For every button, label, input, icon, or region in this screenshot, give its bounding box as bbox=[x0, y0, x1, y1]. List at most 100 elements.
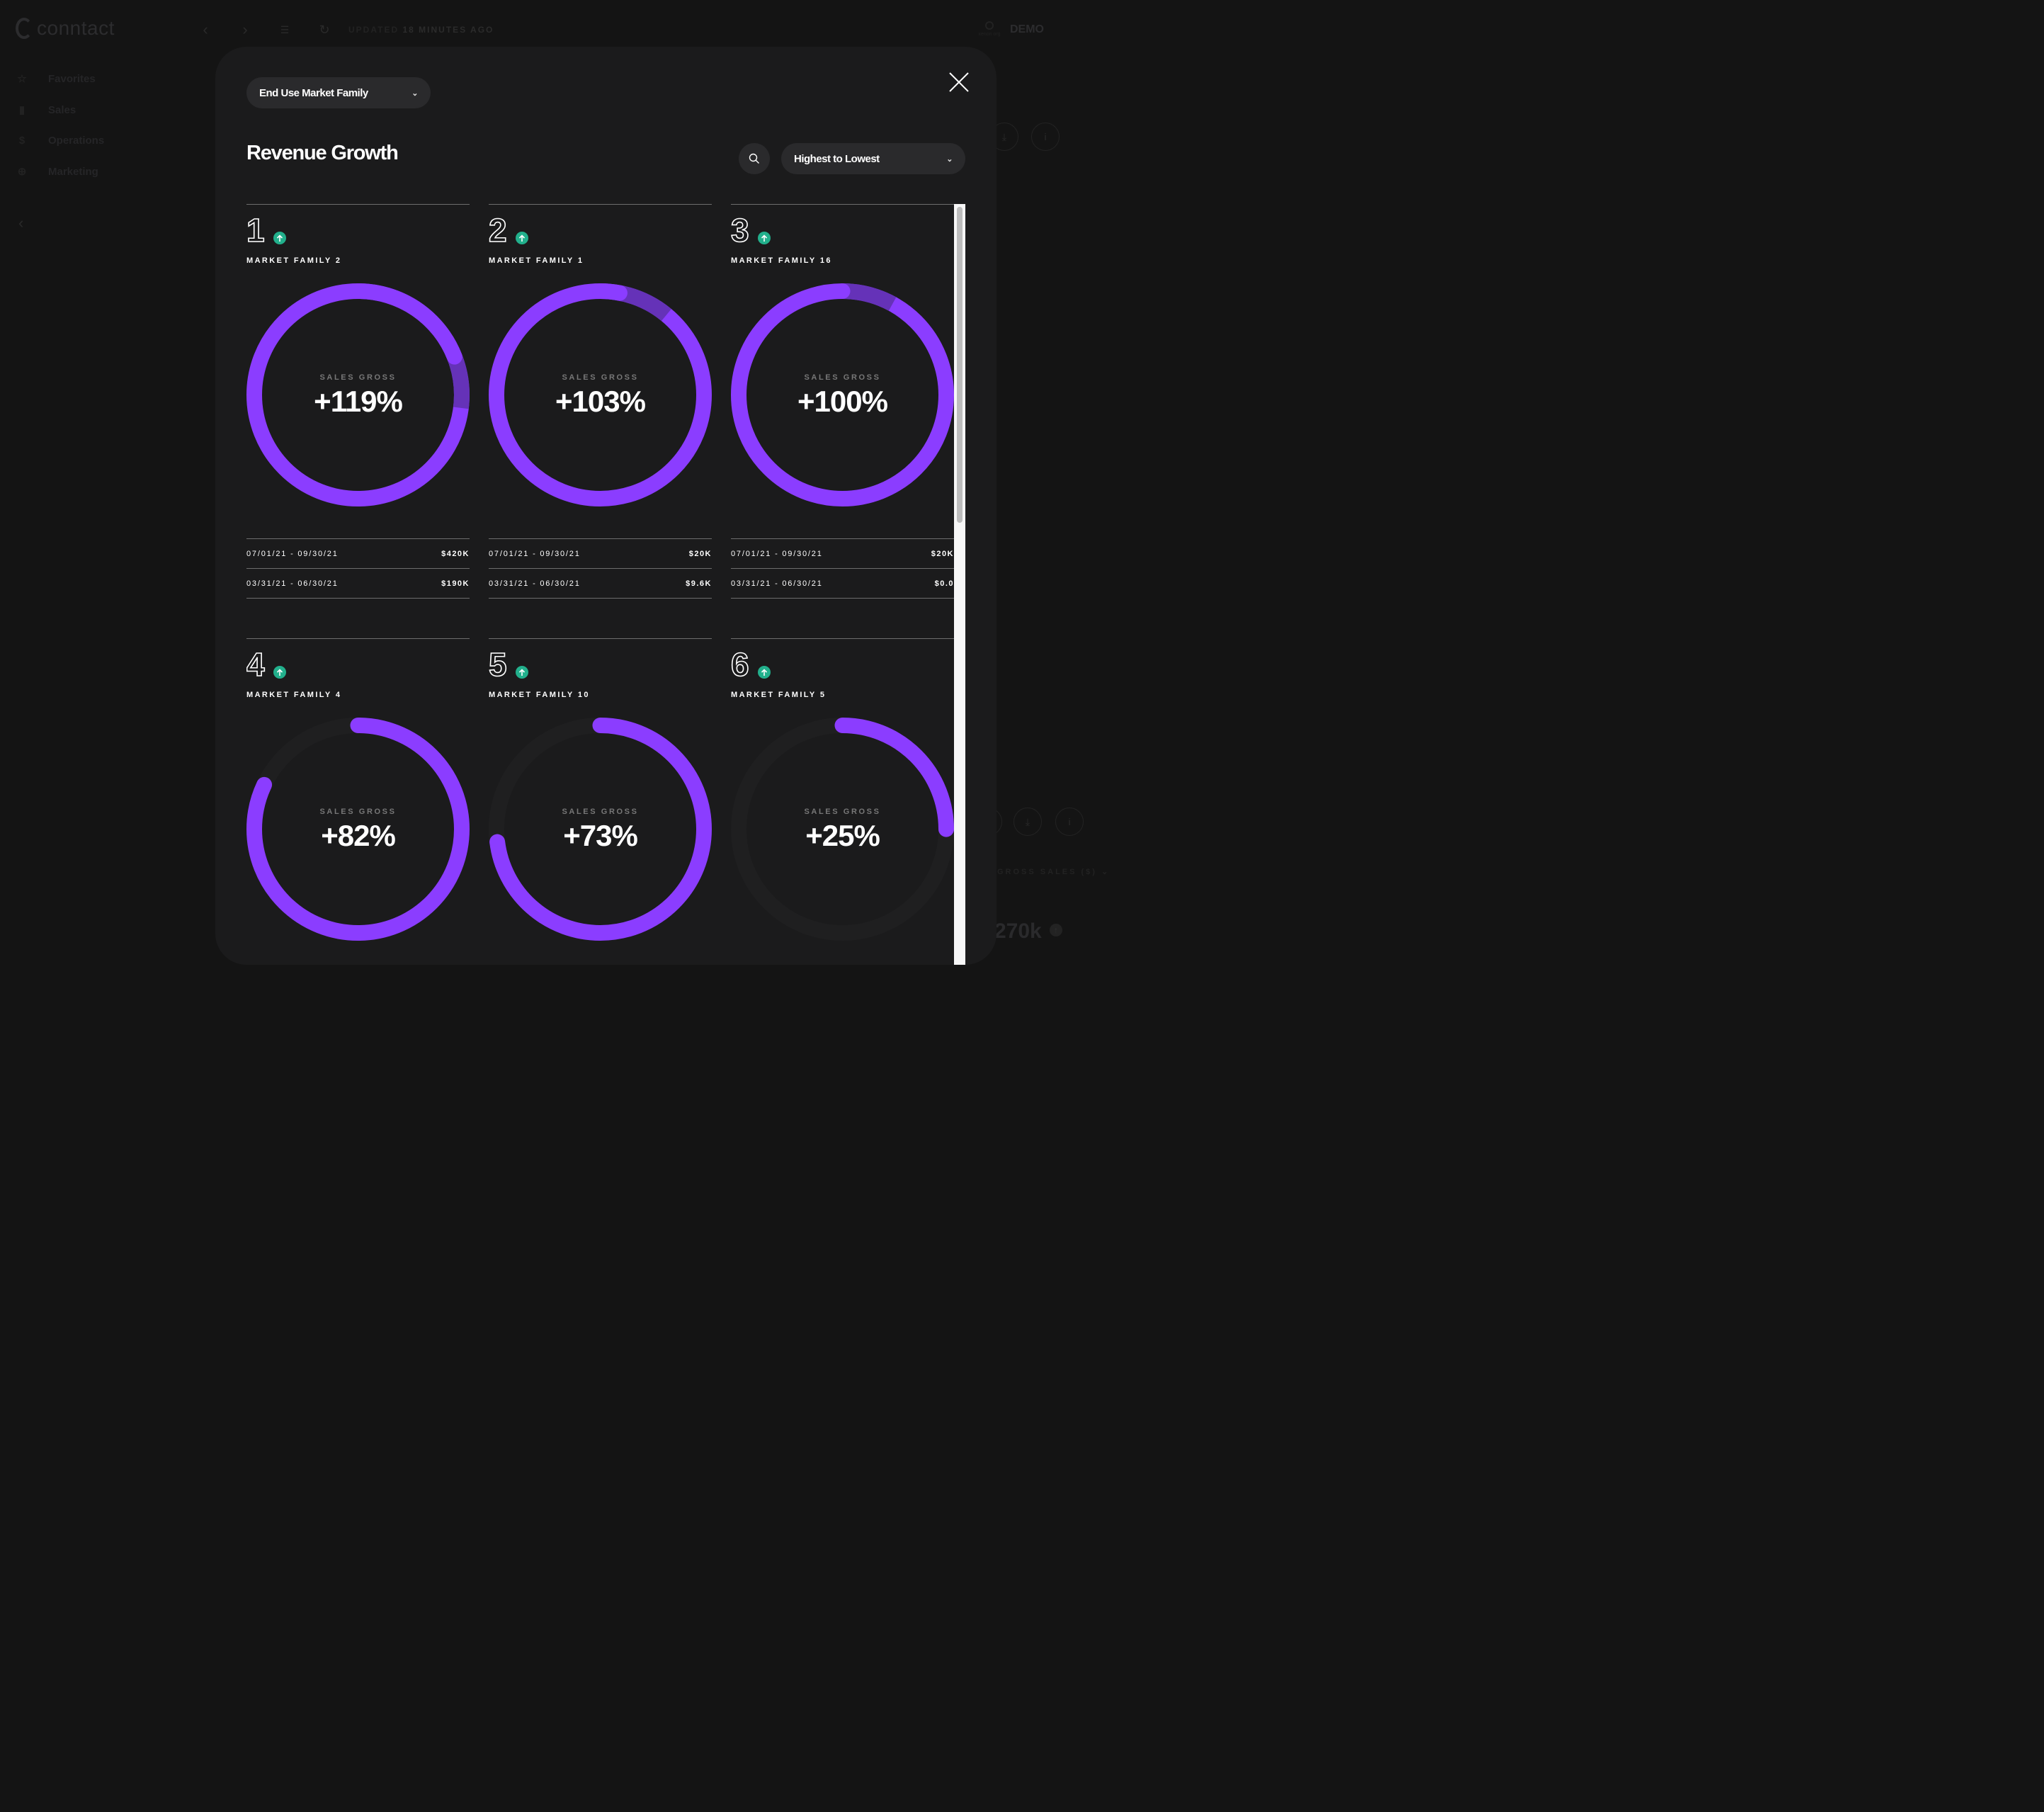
download-button[interactable]: ⤓ bbox=[1014, 808, 1042, 836]
trend-up-icon bbox=[758, 666, 771, 679]
sidebar-item-sales[interactable]: ▮ Sales bbox=[16, 103, 76, 117]
collapse-sidebar-button[interactable]: ‹ bbox=[18, 214, 23, 232]
metric-selector[interactable]: GROSS SALES ($) ⌄ bbox=[997, 867, 1110, 876]
star-icon: ☆ bbox=[17, 73, 27, 85]
logo: conntact bbox=[16, 17, 115, 40]
chevron-down-icon: ⌄ bbox=[946, 154, 953, 164]
card-divider bbox=[489, 204, 712, 205]
info-icon: i bbox=[1044, 131, 1047, 142]
bar-chart-icon: ▮ bbox=[18, 104, 25, 116]
period-row: 07/01/21 - 09/30/21 $20K bbox=[731, 538, 954, 568]
period-amount: $0.0 bbox=[934, 579, 954, 588]
close-button[interactable] bbox=[948, 71, 970, 94]
dollar-circle-icon: $ bbox=[18, 134, 25, 147]
org-icon bbox=[985, 21, 994, 30]
refresh-button[interactable]: ↻ bbox=[314, 20, 334, 40]
logo-mark-icon bbox=[16, 18, 33, 39]
period-amount: $20K bbox=[931, 549, 954, 558]
period-range: 03/31/21 - 06/30/21 bbox=[246, 579, 339, 588]
group-by-dropdown[interactable]: End Use Market Family ⌄ bbox=[246, 77, 431, 108]
period-amount: $420K bbox=[441, 549, 470, 558]
card-divider bbox=[246, 204, 470, 205]
metric-value: 270k bbox=[994, 919, 1042, 943]
market-family-name: MARKET FAMILY 1 bbox=[489, 256, 584, 265]
rank-number: 6 bbox=[730, 646, 749, 683]
growth-value: +82% bbox=[321, 818, 396, 852]
back-button[interactable]: ‹ bbox=[195, 20, 215, 40]
info-button[interactable]: i bbox=[1031, 123, 1060, 151]
rank-number: 3 bbox=[730, 212, 749, 249]
market-family-name: MARKET FAMILY 2 bbox=[246, 256, 342, 265]
growth-value: +119% bbox=[314, 384, 403, 418]
period-row: 07/01/21 - 09/30/21 $20K bbox=[489, 538, 712, 568]
chevron-left-icon: ‹ bbox=[18, 214, 24, 232]
close-icon bbox=[949, 72, 969, 92]
scrollbar-thumb[interactable] bbox=[957, 207, 963, 523]
download-icon: ⤓ bbox=[1001, 130, 1007, 142]
period-range: 07/01/21 - 09/30/21 bbox=[489, 549, 581, 558]
trend-up-icon bbox=[273, 666, 286, 679]
period-row: 07/01/21 - 09/30/21 $420K bbox=[246, 538, 470, 568]
period-table: 07/01/21 - 09/30/21 $420K 03/31/21 - 06/3… bbox=[246, 538, 470, 599]
sort-value: Highest to Lowest bbox=[794, 152, 880, 165]
growth-value: +100% bbox=[797, 384, 888, 418]
revenue-growth-modal: End Use Market Family ⌄ Revenue Growth H… bbox=[215, 47, 997, 965]
org-label: xenon org bbox=[978, 32, 1001, 37]
target-icon: ⊕ bbox=[17, 166, 27, 178]
rank-number: 4 bbox=[246, 646, 265, 683]
ring-center: SALES GROSS +73% bbox=[489, 718, 712, 941]
trend-up-icon bbox=[273, 232, 286, 244]
scrollbar[interactable] bbox=[954, 204, 965, 965]
period-row: 03/31/21 - 06/30/21 $0.0 bbox=[731, 568, 954, 599]
period-row: 03/31/21 - 06/30/21 $9.6K bbox=[489, 568, 712, 599]
metric-label: SALES GROSS bbox=[319, 807, 397, 816]
forward-button[interactable]: › bbox=[235, 20, 255, 40]
period-table: 07/01/21 - 09/30/21 $20K 03/31/21 - 06/30… bbox=[489, 538, 712, 599]
sidebar-item-marketing[interactable]: ⊕ Marketing bbox=[16, 165, 98, 179]
period-range: 03/31/21 - 06/30/21 bbox=[731, 579, 823, 588]
period-range: 07/01/21 - 09/30/21 bbox=[246, 549, 339, 558]
period-range: 03/31/21 - 06/30/21 bbox=[489, 579, 581, 588]
rank-number: 2 bbox=[488, 212, 507, 249]
filter-button[interactable]: ☰ bbox=[275, 20, 295, 40]
rank-number: 5 bbox=[488, 646, 507, 683]
trend-up-icon bbox=[516, 232, 528, 244]
sidebar-item-operations[interactable]: $ Operations bbox=[16, 134, 104, 147]
metric-label: SALES GROSS bbox=[804, 373, 881, 382]
ranking-grid: 1 MARKET FAMILY 2 SALES GROSS +119% 07/0… bbox=[246, 204, 955, 965]
search-icon bbox=[749, 153, 759, 164]
ring-center: SALES GROSS +103% bbox=[489, 283, 712, 506]
period-row: 03/31/21 - 06/30/21 $190K bbox=[246, 568, 470, 599]
sidebar-item-label: Marketing bbox=[48, 165, 98, 178]
search-button[interactable] bbox=[739, 143, 770, 174]
market-family-name: MARKET FAMILY 16 bbox=[731, 256, 832, 265]
growth-value: +73% bbox=[563, 818, 638, 852]
ring-center: SALES GROSS +82% bbox=[246, 718, 470, 941]
period-range: 07/01/21 - 09/30/21 bbox=[731, 549, 823, 558]
metric-label: SALES GROSS bbox=[562, 373, 639, 382]
last-updated: UPDATED 18 MINUTES AGO bbox=[348, 25, 494, 35]
period-amount: $190K bbox=[441, 579, 470, 588]
updated-prefix: UPDATED bbox=[348, 25, 399, 35]
org-switcher[interactable]: xenon org bbox=[977, 21, 1001, 37]
period-table: 07/01/21 - 09/30/21 $20K 03/31/21 - 06/30… bbox=[731, 538, 954, 599]
market-family-name: MARKET FAMILY 10 bbox=[489, 691, 590, 699]
download-icon: ⤓ bbox=[1025, 815, 1030, 827]
growth-value: +103% bbox=[555, 384, 646, 418]
ring-center: SALES GROSS +25% bbox=[731, 718, 954, 941]
ring-center: SALES GROSS +100% bbox=[731, 283, 954, 506]
chevron-left-icon: ‹ bbox=[203, 21, 208, 38]
chevron-down-icon: ⌄ bbox=[1101, 868, 1111, 876]
trend-up-icon: ↑ bbox=[1050, 924, 1062, 936]
modal-title: Revenue Growth bbox=[246, 142, 399, 164]
growth-value: +25% bbox=[805, 818, 880, 852]
trend-up-icon bbox=[758, 232, 771, 244]
info-button[interactable]: i bbox=[1055, 808, 1084, 836]
refresh-icon: ↻ bbox=[319, 22, 330, 37]
card-divider bbox=[246, 638, 470, 639]
account-label[interactable]: DEMO bbox=[1010, 23, 1044, 36]
card-divider bbox=[731, 204, 954, 205]
sidebar-item-favorites[interactable]: ☆ Favorites bbox=[16, 72, 95, 86]
sort-dropdown[interactable]: Highest to Lowest ⌄ bbox=[781, 143, 965, 174]
metric-label: SALES GROSS bbox=[319, 373, 397, 382]
